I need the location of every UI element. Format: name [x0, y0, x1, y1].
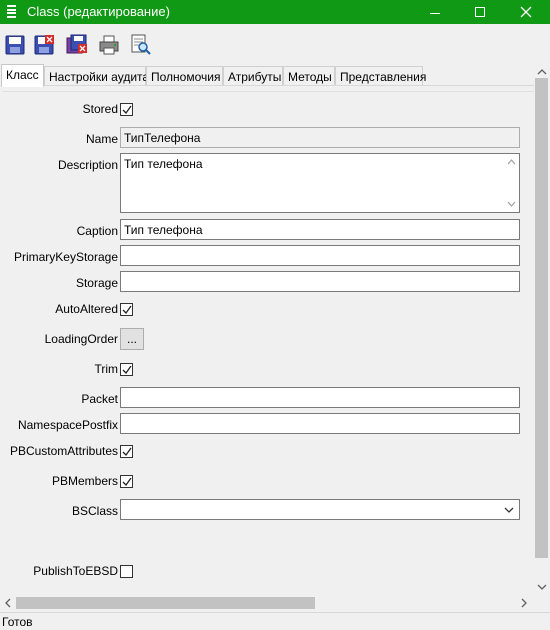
bs-class-label: BSClass	[71, 504, 118, 518]
minimize-button[interactable]	[412, 0, 458, 24]
close-button[interactable]	[503, 0, 549, 24]
tab-permissions[interactable]: Полномочия	[146, 66, 223, 86]
save-icon	[5, 35, 25, 55]
packet-field[interactable]	[120, 387, 520, 408]
tab-methods[interactable]: Методы	[283, 66, 335, 86]
loading-order-button[interactable]: ...	[120, 328, 144, 350]
primary-key-storage-label: PrimaryKeyStorage	[13, 250, 118, 264]
scroll-left-icon	[5, 598, 11, 608]
minimize-icon	[430, 12, 440, 14]
description-label: Description	[57, 158, 118, 172]
name-field[interactable]: ТипТелефона	[120, 127, 520, 148]
maximize-button[interactable]	[457, 0, 503, 24]
chevron-down-icon	[504, 507, 514, 513]
scroll-down-icon	[507, 201, 516, 207]
app-menu-icon[interactable]	[7, 5, 16, 18]
tab-views[interactable]: Представления	[335, 66, 426, 86]
print-icon	[99, 35, 119, 55]
checkmark-icon	[122, 447, 132, 457]
storage-label: Storage	[75, 276, 118, 290]
title-bar: Class (редактирование)	[0, 0, 550, 24]
save-close-icon	[34, 35, 54, 55]
namespace-postfix-field[interactable]	[120, 413, 520, 434]
scroll-up-icon	[537, 69, 547, 75]
save-button[interactable]	[4, 34, 26, 56]
preview-button[interactable]	[130, 34, 152, 56]
pb-custom-attributes-checkbox[interactable]	[120, 445, 133, 458]
trim-checkbox[interactable]	[120, 363, 133, 376]
checkmark-icon	[122, 105, 132, 115]
pb-custom-attributes-label: PBCustomAttributes	[9, 444, 118, 458]
horizontal-scroll-thumb[interactable]	[16, 597, 315, 609]
auto-altered-checkbox[interactable]	[120, 303, 133, 316]
save-copy-icon	[66, 34, 87, 54]
vertical-scroll-thumb[interactable]	[535, 78, 548, 558]
horizontal-scrollbar[interactable]	[0, 595, 534, 611]
storage-field[interactable]	[120, 271, 520, 292]
print-button[interactable]	[98, 34, 120, 56]
description-scrollbar[interactable]	[504, 154, 519, 212]
tab-class[interactable]: Класс	[1, 64, 44, 87]
packet-label: Packet	[81, 392, 118, 406]
status-text: Готов	[2, 615, 33, 629]
namespace-postfix-label: NamespacePostfix	[17, 418, 118, 432]
maximize-icon	[475, 7, 485, 17]
class-form-panel: Stored Name ТипТелефона Description Тип …	[2, 85, 534, 595]
bs-class-select[interactable]	[120, 499, 520, 520]
stored-checkbox[interactable]	[120, 103, 133, 116]
description-textarea[interactable]: Тип телефона	[120, 153, 520, 213]
checkmark-icon	[122, 365, 132, 375]
primary-key-storage-field[interactable]	[120, 245, 520, 266]
publish-to-ebsd-checkbox[interactable]	[120, 565, 133, 578]
preview-icon	[131, 34, 151, 55]
stored-label: Stored	[82, 102, 118, 116]
vertical-scrollbar[interactable]	[534, 64, 550, 595]
publish-to-ebsd-label: PublishToEBSD	[33, 564, 118, 578]
pb-members-checkbox[interactable]	[120, 475, 133, 488]
loading-order-label: LoadingOrder	[44, 332, 118, 346]
tab-attributes[interactable]: Атрибуты	[223, 66, 283, 86]
checkmark-icon	[122, 477, 132, 487]
save-close-button[interactable]	[33, 34, 55, 56]
scroll-down-icon	[537, 584, 547, 590]
caption-label: Caption	[76, 224, 118, 238]
tab-strip: Класс Настройки аудита Полномочия Атрибу…	[0, 64, 550, 87]
scroll-right-icon	[521, 598, 527, 608]
close-icon	[520, 6, 532, 18]
name-label: Name	[85, 132, 118, 146]
status-bar: Готов	[0, 612, 550, 630]
description-text: Тип телефона	[124, 157, 203, 171]
auto-altered-label: AutoAltered	[55, 302, 118, 316]
scroll-up-icon	[507, 159, 516, 165]
save-copy-button[interactable]	[66, 34, 88, 56]
checkmark-icon	[122, 305, 132, 315]
window-title: Class (редактирование)	[27, 4, 170, 19]
toolbar	[0, 24, 550, 64]
pb-members-label: PBMembers	[51, 474, 118, 488]
caption-field[interactable]: Тип телефона	[120, 219, 520, 240]
tab-audit-settings[interactable]: Настройки аудита	[44, 66, 149, 86]
trim-label: Trim	[94, 362, 118, 376]
